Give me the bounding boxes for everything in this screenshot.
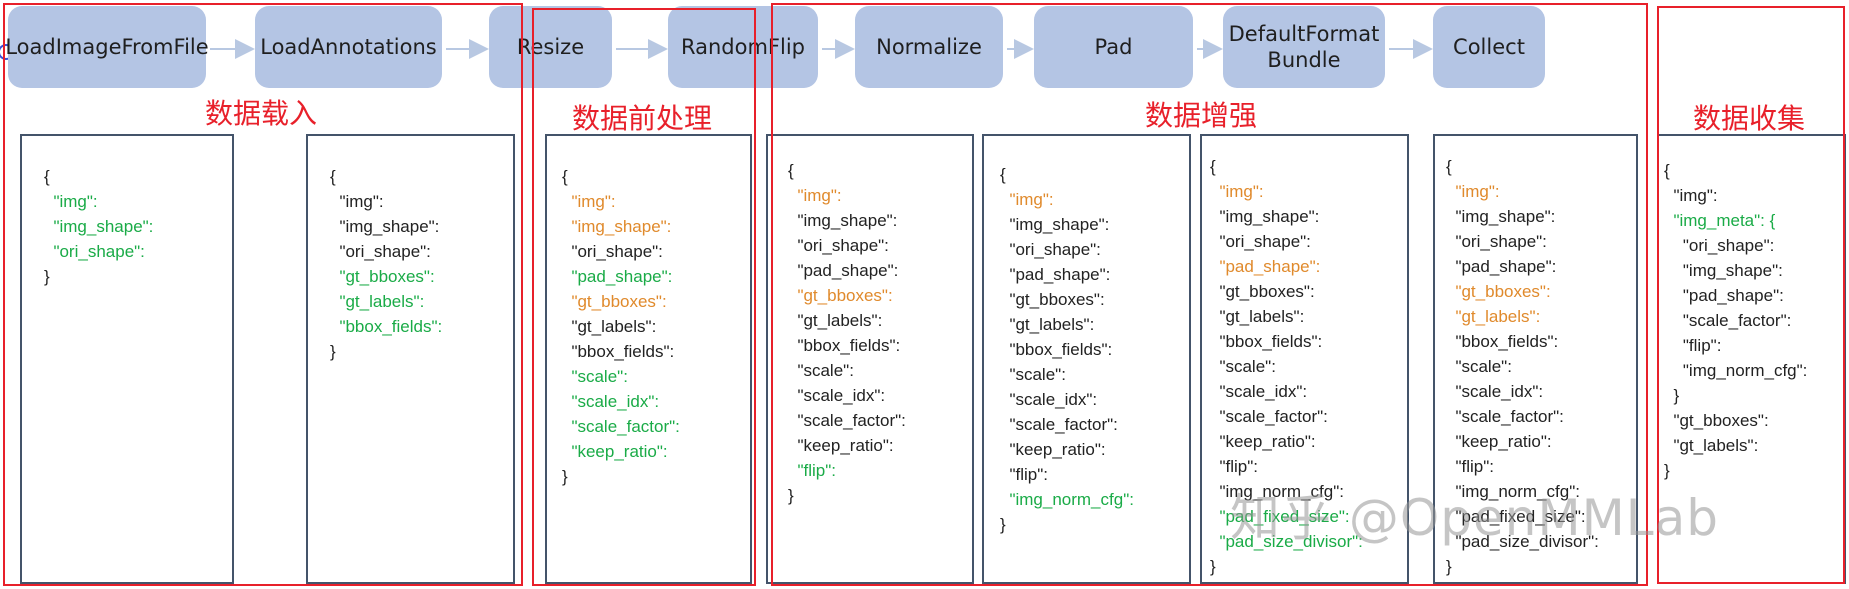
- group-label-data-augmentation: 数据增强: [1145, 99, 1258, 132]
- group-label-data-collection: 数据收集: [1693, 102, 1806, 135]
- pipeline-diagram: LoadImageFromFile LoadAnnotations Resize…: [0, 0, 1849, 589]
- group-label-data-loading: 数据载入: [205, 97, 318, 130]
- group-label-data-preprocessing: 数据前处理: [572, 102, 713, 135]
- group-data-preprocessing: [532, 8, 756, 586]
- group-data-loading: [3, 3, 523, 586]
- watermark: 知乎 @OpenMMLab: [1230, 489, 1719, 547]
